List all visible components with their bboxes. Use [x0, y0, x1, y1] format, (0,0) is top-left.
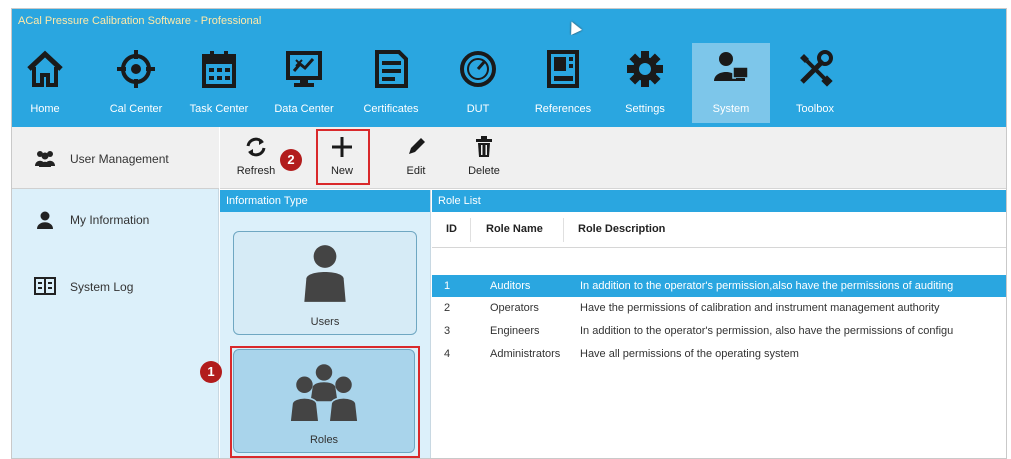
column-header-role-name[interactable]: Role Name: [486, 223, 543, 235]
calendar-icon: [202, 51, 236, 88]
app-title: ACal Pressure Calibration Software - Pro…: [18, 15, 262, 27]
target-icon: [117, 50, 155, 88]
edit-label: Edit: [406, 165, 426, 177]
ribbon-label: Task Center: [189, 103, 249, 115]
ribbon-label: References: [534, 103, 592, 115]
cell-role-name: Operators: [490, 302, 539, 314]
ribbon-settings[interactable]: Settings: [616, 43, 674, 123]
nav-my-information[interactable]: My Information: [12, 195, 219, 257]
ribbon-label: Certificates: [363, 103, 419, 115]
person-icon: [37, 211, 53, 229]
cell-role-description: In addition to the operator's permission…: [580, 325, 954, 337]
annotation-badge-1: 1: [200, 361, 222, 383]
column-divider: [563, 218, 564, 242]
column-header-id[interactable]: ID: [446, 223, 457, 235]
cell-role-description: Have the permissions of calibration and …: [580, 302, 940, 314]
log-icon: [34, 277, 56, 295]
table-row[interactable]: 2 Operators Have the permissions of cali…: [432, 297, 1006, 319]
nav-label: System Log: [70, 280, 134, 294]
refresh-label: Refresh: [236, 165, 276, 177]
users-label: Users: [310, 316, 340, 328]
ribbon-data-center[interactable]: Data Center: [268, 43, 340, 123]
cell-role-name: Engineers: [490, 325, 540, 337]
role-list-panel: Role List ID Role Name Role Description …: [432, 190, 1006, 458]
home-icon: [27, 50, 63, 87]
refresh-button[interactable]: Refresh: [232, 133, 280, 185]
ribbon-task-center[interactable]: Task Center: [184, 43, 254, 123]
trash-icon: [476, 136, 492, 157]
ribbon-home[interactable]: Home: [20, 43, 70, 123]
nav-label: My Information: [70, 213, 150, 227]
column-divider: [470, 218, 471, 242]
instrument-icon: [547, 50, 579, 88]
ribbon-toolbox[interactable]: Toolbox: [784, 43, 846, 123]
information-type-panel: Information Type Users Roles: [220, 190, 431, 458]
ribbon-certificates[interactable]: Certificates: [354, 43, 428, 123]
app-window: ACal Pressure Calibration Software - Pro…: [11, 8, 1007, 459]
cell-role-description: Have all permissions of the operating sy…: [580, 348, 799, 360]
column-header-role-description[interactable]: Role Description: [578, 223, 665, 235]
information-type-header: Information Type: [220, 190, 430, 212]
cell-id: 1: [444, 280, 451, 292]
ribbon-label: Toolbox: [796, 103, 834, 115]
annotation-badge-2: 2: [280, 149, 302, 171]
ribbon-label: DUT: [466, 103, 490, 115]
table-row[interactable]: 3 Engineers In addition to the operator'…: [432, 320, 1006, 342]
user-computer-icon: [714, 52, 749, 81]
gauge-icon: [460, 51, 496, 87]
cell-id: 4: [444, 348, 451, 360]
role-grid-header: ID Role Name Role Description: [432, 212, 1006, 248]
cell-role-name: Auditors: [490, 280, 531, 292]
ribbon: Home Cal Center Task Center Data Center …: [12, 35, 1006, 127]
pencil-icon: [409, 138, 425, 154]
ribbon-label: Home: [30, 103, 60, 115]
ribbon-label: Data Center: [274, 103, 334, 115]
mouse-cursor-icon: [566, 19, 582, 35]
users-card[interactable]: Users: [233, 231, 417, 335]
ribbon-system[interactable]: System: [692, 43, 770, 123]
nav-system-log[interactable]: System Log: [12, 263, 219, 325]
new-button-highlight: [316, 129, 370, 185]
user-silhouette-icon: [304, 245, 346, 302]
ribbon-label: Settings: [625, 103, 665, 115]
gear-icon: [627, 51, 663, 87]
wrench-screwdriver-icon: [800, 50, 833, 87]
cell-id: 2: [444, 302, 451, 314]
ribbon-label: Cal Center: [109, 103, 163, 115]
left-nav: User Management My Information System Lo…: [12, 127, 219, 458]
delete-button[interactable]: Delete: [460, 133, 508, 185]
cell-role-name: Administrators: [490, 348, 561, 360]
chart-monitor-icon: [286, 51, 322, 87]
certificate-icon: [375, 50, 408, 88]
cell-role-description: In addition to the operator's permission…: [580, 280, 954, 292]
ribbon-references[interactable]: References: [528, 43, 598, 123]
users-icon: [35, 151, 55, 167]
nav-label: User Management: [70, 152, 169, 166]
roles-card-highlight: [230, 346, 420, 458]
toolbar: Refresh 2 New Edit Delete: [220, 127, 1006, 189]
delete-label: Delete: [468, 165, 500, 177]
role-list-header: Role List: [432, 190, 1006, 212]
title-bar: ACal Pressure Calibration Software - Pro…: [12, 9, 1006, 35]
ribbon-label: System: [712, 103, 750, 115]
ribbon-dut[interactable]: DUT: [452, 43, 504, 123]
refresh-icon: [246, 137, 266, 157]
cell-id: 3: [444, 325, 451, 337]
nav-user-management[interactable]: User Management: [12, 127, 219, 189]
edit-button[interactable]: Edit: [392, 133, 440, 185]
table-row[interactable]: 1 Auditors In addition to the operator's…: [432, 275, 1006, 297]
table-row[interactable]: 4 Administrators Have all permissions of…: [432, 343, 1006, 365]
ribbon-cal-center[interactable]: Cal Center: [104, 43, 168, 123]
